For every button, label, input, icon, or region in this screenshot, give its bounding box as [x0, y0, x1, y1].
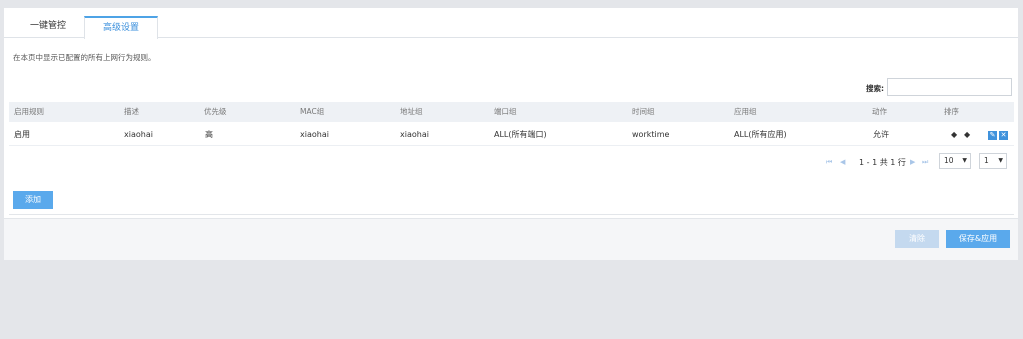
- first-page-icon[interactable]: ⏮: [826, 158, 832, 167]
- search-label: 搜索:: [866, 84, 884, 93]
- chevron-down-icon: ▼: [962, 157, 967, 164]
- cell-action: 允许: [873, 130, 889, 139]
- cell-address-group: xiaohai: [400, 130, 429, 139]
- cell-mac-group: xiaohai: [300, 130, 329, 139]
- page-size-select[interactable]: 10 ▼: [939, 153, 971, 169]
- header-mac-group: MAC组: [300, 107, 325, 116]
- page-description: 在本页中显示已配置的所有上网行为规则。: [13, 53, 156, 62]
- pagination-range: 1 - 1 共 1 行: [859, 158, 906, 167]
- delete-icon[interactable]: ✕: [999, 131, 1008, 140]
- move-down-icon[interactable]: ◆: [964, 124, 970, 145]
- header-action: 动作: [872, 107, 887, 116]
- main-panel: 一键管控 高级设置 在本页中显示已配置的所有上网行为规则。 搜索: 启用规则 描…: [4, 8, 1018, 260]
- header-address-group: 地址组: [400, 107, 423, 116]
- table-row: 启用 xiaohai 高 xiaohai xiaohai ALL(所有端口) w…: [9, 124, 1014, 146]
- cell-app-group: ALL(所有应用): [734, 130, 787, 139]
- last-page-icon[interactable]: ⏭: [922, 158, 928, 167]
- save-apply-button[interactable]: 保存&应用: [946, 230, 1010, 248]
- tab-advanced-settings[interactable]: 高级设置: [84, 16, 158, 39]
- edit-icon[interactable]: ✎: [988, 131, 997, 140]
- header-priority: 优先级: [204, 107, 227, 116]
- table-header: 启用规则 描述 优先级 MAC组 地址组 端口组 时间组 应用组 动作 排序: [9, 102, 1014, 122]
- cell-time-group: worktime: [632, 130, 670, 139]
- header-time-group: 时间组: [632, 107, 655, 116]
- clear-button[interactable]: 清除: [895, 230, 939, 248]
- page-value: 1: [984, 156, 989, 165]
- divider: [9, 214, 1014, 215]
- header-app-group: 应用组: [734, 107, 757, 116]
- page-select[interactable]: 1 ▼: [979, 153, 1007, 169]
- search-input[interactable]: [887, 78, 1012, 96]
- header-port-group: 端口组: [494, 107, 517, 116]
- prev-page-icon[interactable]: ◀: [840, 158, 845, 166]
- cell-port-group: ALL(所有端口): [494, 130, 547, 139]
- header-description: 描述: [124, 107, 139, 116]
- header-enabled: 启用规则: [14, 107, 44, 116]
- tab-one-click-control[interactable]: 一键管控: [12, 16, 84, 38]
- footer-bar: [4, 218, 1018, 260]
- add-button[interactable]: 添加: [13, 191, 53, 209]
- tab-bar: 一键管控 高级设置: [4, 8, 1018, 39]
- header-sort: 排序: [944, 107, 959, 116]
- chevron-down-icon: ▼: [998, 157, 1003, 164]
- next-page-icon[interactable]: ▶: [910, 158, 915, 166]
- page-size-value: 10: [944, 156, 954, 165]
- move-up-icon[interactable]: ◆: [951, 124, 957, 145]
- cell-description: xiaohai: [124, 130, 153, 139]
- cell-priority: 高: [205, 130, 213, 139]
- cell-enabled: 启用: [14, 130, 30, 139]
